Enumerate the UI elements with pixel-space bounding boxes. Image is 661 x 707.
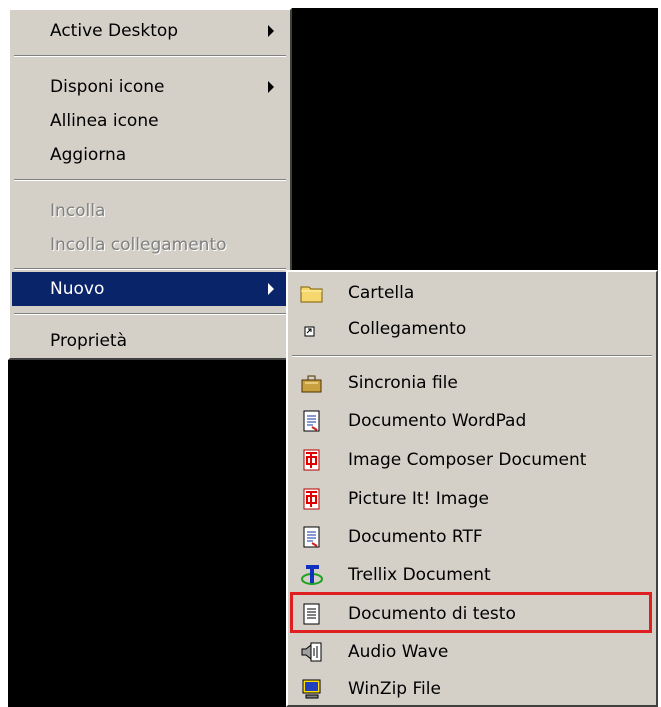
folder-icon <box>300 282 324 304</box>
menu-item-label: Documento RTF <box>348 527 483 547</box>
submenu-item-picture-it-image[interactable]: Picture It! Image <box>290 482 654 516</box>
menu-item-incolla-collegamento: Incolla collegamento <box>12 228 288 262</box>
submenu-arrow-icon <box>268 25 274 37</box>
audio-wave-icon <box>300 641 324 663</box>
menu-item-incolla: Incolla <box>12 194 288 228</box>
menu-separator <box>14 268 286 270</box>
shortcut-icon <box>300 318 324 340</box>
menu-item-aggiorna[interactable]: Aggiorna <box>12 138 288 172</box>
winzip-icon <box>300 678 324 700</box>
menu-item-allinea-icone[interactable]: Allinea icone <box>12 104 288 138</box>
menu-item-label: Cartella <box>348 283 415 303</box>
submenu-arrow-icon <box>268 81 274 93</box>
menu-item-label: Allinea icone <box>50 111 159 131</box>
submenu-item-trellix-document[interactable]: Trellix Document <box>290 558 654 592</box>
menu-item-label: Sincronia file <box>348 373 458 393</box>
menu-item-label: Incolla <box>50 201 106 221</box>
menu-item-active-desktop[interactable]: Active Desktop <box>12 14 288 48</box>
menu-item-label: Documento WordPad <box>348 411 527 431</box>
desktop-context-menu: Active Desktop Disponi icone Allinea ico… <box>8 8 292 360</box>
menu-separator <box>14 55 286 57</box>
submenu-item-sincronia-file[interactable]: Sincronia file <box>290 366 654 400</box>
image-composer-icon <box>300 449 324 471</box>
submenu-item-documento-rtf[interactable]: Documento RTF <box>290 520 654 554</box>
rtf-document-icon <box>300 526 324 548</box>
menu-item-label: Active Desktop <box>50 21 179 41</box>
menu-separator <box>14 313 286 315</box>
menu-item-label: Disponi icone <box>50 77 165 97</box>
menu-item-proprieta[interactable]: Proprietà <box>12 324 288 358</box>
submenu-item-documento-wordpad[interactable]: Documento WordPad <box>290 404 654 438</box>
submenu-arrow-icon <box>268 283 274 295</box>
picture-it-icon <box>300 488 324 510</box>
submenu-item-image-composer-document[interactable]: Image Composer Document <box>290 443 654 477</box>
submenu-item-collegamento[interactable]: Collegamento <box>290 312 654 346</box>
menu-item-label: Aggiorna <box>50 145 127 165</box>
highlight-box <box>290 592 652 633</box>
menu-item-label: Trellix Document <box>348 565 491 585</box>
submenu-item-audio-wave[interactable]: Audio Wave <box>290 635 654 669</box>
menu-item-label: Proprietà <box>50 331 128 351</box>
menu-item-nuovo[interactable]: Nuovo <box>12 272 288 306</box>
menu-item-label: Collegamento <box>348 319 467 339</box>
menu-item-label: WinZip File <box>348 679 441 699</box>
menu-item-label: Picture It! Image <box>348 489 490 509</box>
menu-item-disponi-icone[interactable]: Disponi icone <box>12 70 288 104</box>
submenu-item-winzip-file[interactable]: WinZip File <box>290 672 654 706</box>
menu-item-label: Audio Wave <box>348 642 449 662</box>
submenu-item-cartella[interactable]: Cartella <box>290 276 654 310</box>
trellix-icon <box>300 564 324 586</box>
menu-item-label: Image Composer Document <box>348 450 587 470</box>
menu-separator <box>292 355 652 357</box>
menu-item-label: Incolla collegamento <box>50 235 227 255</box>
menu-item-label: Nuovo <box>50 279 105 299</box>
wordpad-document-icon <box>300 410 324 432</box>
nuovo-submenu: Cartella Collegamento Sincronia file Doc… <box>286 270 658 707</box>
menu-separator <box>14 179 286 181</box>
briefcase-icon <box>300 372 324 394</box>
